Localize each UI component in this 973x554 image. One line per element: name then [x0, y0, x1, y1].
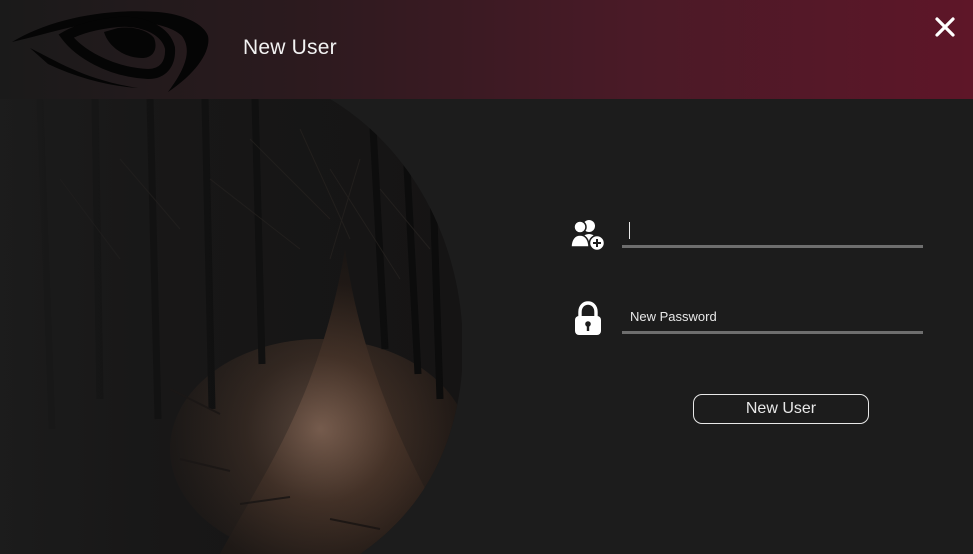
window-title: New User — [243, 36, 337, 59]
lock-icon — [575, 301, 601, 335]
eye-logo-icon — [12, 11, 209, 93]
close-icon[interactable] — [932, 14, 958, 40]
new-user-button[interactable]: New User — [693, 394, 869, 424]
password-field[interactable] — [622, 301, 923, 334]
forest-path-image — [0, 99, 462, 554]
username-input[interactable] — [622, 215, 923, 245]
username-field[interactable] — [622, 215, 923, 248]
text-caret — [629, 222, 630, 239]
add-user-icon — [570, 220, 606, 252]
title-bar: New User — [0, 0, 973, 99]
new-user-window: New User New User — [0, 0, 973, 554]
password-input[interactable] — [622, 301, 923, 331]
